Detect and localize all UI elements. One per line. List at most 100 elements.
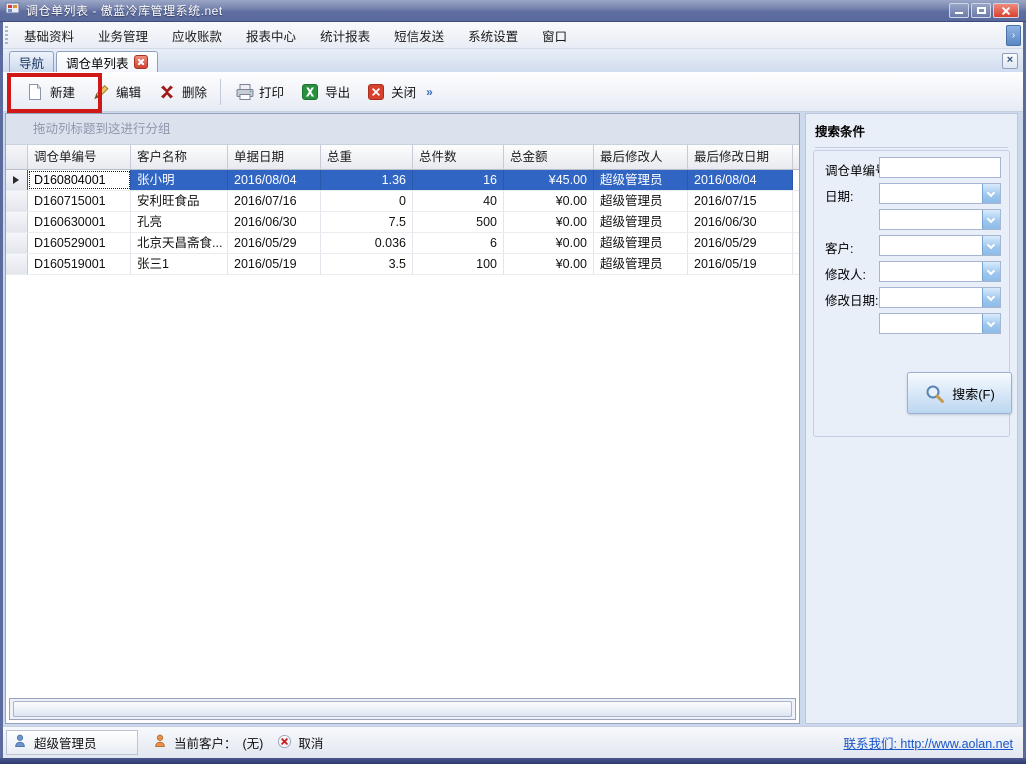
grid-cell[interactable]: 超级管理员 [594,170,688,190]
menu-item-6[interactable]: 系统设置 [456,22,530,49]
search-field-row-5: 修改日期: [820,287,1003,308]
menu-item-7[interactable]: 窗口 [530,22,579,49]
grid-cell[interactable]: 1.36 [321,170,413,190]
menu-item-4[interactable]: 统计报表 [308,22,382,49]
grid-cell[interactable]: ¥45.00 [504,170,594,190]
grid-cell[interactable]: 2016/06/30 [228,212,321,232]
grid-cell[interactable]: 2016/05/29 [688,233,793,253]
search-field-row-4: 修改人: [820,261,1003,282]
menu-item-2[interactable]: 应收账款 [160,22,234,49]
dropdown-button[interactable] [982,314,1000,333]
dropdown-button[interactable] [982,184,1000,203]
menu-overflow-button[interactable]: › [1006,25,1021,46]
grid-column-header-1[interactable]: 客户名称 [131,145,228,169]
search-field-dropdown-2[interactable] [879,209,1001,230]
grid-cell[interactable]: 北京天昌斋食... [131,233,228,253]
grid-cell[interactable]: 超级管理员 [594,212,688,232]
grid-column-header-6[interactable]: 最后修改人 [594,145,688,169]
grid-cell[interactable]: D160804001 [28,170,131,190]
horizontal-scrollbar[interactable] [9,698,796,720]
table-row[interactable]: D160804001张小明2016/08/041.3616¥45.00超级管理员… [6,170,799,191]
grid-cell[interactable]: 超级管理员 [594,191,688,211]
table-row[interactable]: D160519001张三12016/05/193.5100¥0.00超级管理员2… [6,254,799,275]
grid-cell[interactable]: D160529001 [28,233,131,253]
grid-cell[interactable]: 张三1 [131,254,228,274]
grid-column-header-4[interactable]: 总件数 [413,145,504,169]
dropdown-button[interactable] [982,288,1000,307]
row-indicator-cell [6,254,28,274]
tabstrip-close-button[interactable]: × [1002,53,1018,69]
scrollbar-thumb[interactable] [13,701,792,717]
grid-cell[interactable]: 16 [413,170,504,190]
tab-1[interactable]: 调仓单列表 [56,51,158,72]
table-row[interactable]: D160715001安利旺食品2016/07/16040¥0.00超级管理员20… [6,191,799,212]
grid-cell[interactable]: D160519001 [28,254,131,274]
group-by-bar[interactable]: 拖动列标题到这进行分组 [6,114,799,145]
grid-cell[interactable]: 2016/05/29 [228,233,321,253]
close-button[interactable] [993,3,1019,18]
toolbar-button-5[interactable]: 关闭 [358,77,424,107]
grid-cell[interactable]: 2016/07/15 [688,191,793,211]
toolbar-button-3[interactable]: 打印 [226,77,292,107]
search-field-dropdown-1[interactable] [879,183,1001,204]
menu-item-0[interactable]: 基础资料 [12,22,86,49]
grid-cell[interactable]: ¥0.00 [504,254,594,274]
dropdown-button[interactable] [982,236,1000,255]
grid-cell[interactable]: 2016/05/19 [228,254,321,274]
grid-cell[interactable]: ¥0.00 [504,212,594,232]
transfer-order-number-input[interactable] [879,157,1001,178]
grid-cell[interactable]: 2016/06/30 [688,212,793,232]
grid-cell[interactable]: ¥0.00 [504,233,594,253]
grid-cell[interactable]: 2016/08/04 [228,170,321,190]
tab-0[interactable]: 导航 [9,51,54,72]
grid-cell[interactable]: 超级管理员 [594,254,688,274]
menu-item-3[interactable]: 报表中心 [234,22,308,49]
grid-cell[interactable]: D160715001 [28,191,131,211]
grid-cell[interactable]: D160630001 [28,212,131,232]
grid-column-header-2[interactable]: 单据日期 [228,145,321,169]
maximize-button[interactable] [971,3,991,18]
grid-cell[interactable]: 张小明 [131,170,228,190]
toolbar-overflow-icon[interactable]: » [426,85,433,99]
window-title: 调仓单列表 - 傲蓝冷库管理系统.net [26,2,223,19]
menu-item-1[interactable]: 业务管理 [86,22,160,49]
toolbar-button-4[interactable]: 导出 [292,77,358,107]
grid-column-header-3[interactable]: 总重 [321,145,413,169]
grid-cell[interactable]: 7.5 [321,212,413,232]
search-field-dropdown-3[interactable] [879,235,1001,256]
grid-cell[interactable]: 500 [413,212,504,232]
toolbar-button-0[interactable]: 新建 [17,77,83,107]
toolbar-button-1[interactable]: 编辑 [83,77,149,107]
search-field-dropdown-5[interactable] [879,287,1001,308]
table-row[interactable]: D160529001北京天昌斋食...2016/05/290.0366¥0.00… [6,233,799,254]
grid-cell[interactable]: 2016/07/16 [228,191,321,211]
grid-cell[interactable]: 3.5 [321,254,413,274]
grid-cell[interactable]: 0 [321,191,413,211]
grid-cell[interactable]: 100 [413,254,504,274]
grid-cell[interactable]: 0.036 [321,233,413,253]
grid-column-header-5[interactable]: 总金额 [504,145,594,169]
grid-cell[interactable]: 超级管理员 [594,233,688,253]
grid-cell[interactable]: 6 [413,233,504,253]
dropdown-button[interactable] [982,262,1000,281]
dropdown-button[interactable] [982,210,1000,229]
search-field-dropdown-4[interactable] [879,261,1001,282]
grid-cell[interactable]: 孔亮 [131,212,228,232]
grid-column-header-7[interactable]: 最后修改日期 [688,145,793,169]
grid-cell[interactable]: 安利旺食品 [131,191,228,211]
search-field-dropdown-6[interactable] [879,313,1001,334]
grid-cell[interactable]: ¥0.00 [504,191,594,211]
grid-cell[interactable]: 40 [413,191,504,211]
menu-item-5[interactable]: 短信发送 [382,22,456,49]
table-row[interactable]: D160630001孔亮2016/06/307.5500¥0.00超级管理员20… [6,212,799,233]
grid-cell[interactable]: 2016/05/19 [688,254,793,274]
contact-link[interactable]: 联系我们: http://www.aolan.net [843,733,1013,752]
search-button[interactable]: 搜索(F) [907,372,1012,414]
toolbar-button-2[interactable]: 删除 [149,77,215,107]
cancel-customer-button[interactable]: 取消 [277,733,323,752]
current-user-panel: 超级管理员 [6,730,138,755]
minimize-button[interactable] [949,3,969,18]
grid-column-header-0[interactable]: 调仓单编号 [28,145,131,169]
tab-close-icon[interactable] [134,55,148,69]
grid-cell[interactable]: 2016/08/04 [688,170,793,190]
